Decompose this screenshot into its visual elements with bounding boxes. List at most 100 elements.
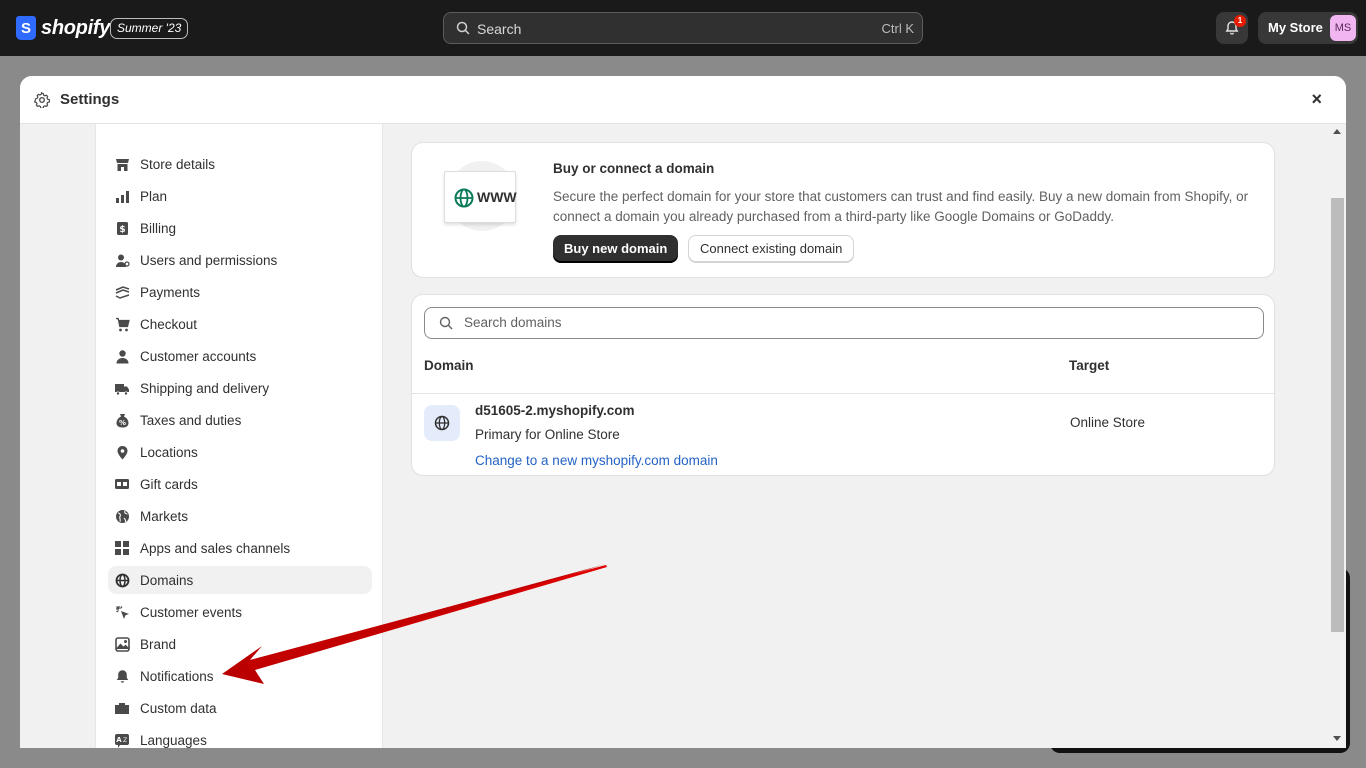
card-title: Buy or connect a domain xyxy=(553,161,715,176)
brand-icon xyxy=(114,636,130,652)
sidebar-item-domains[interactable]: Domains xyxy=(108,566,372,594)
sidebar-item-brand[interactable]: Brand xyxy=(108,630,372,658)
shopify-bag-icon: S xyxy=(16,16,36,40)
store-name: My Store xyxy=(1268,20,1323,35)
scrollbar-thumb[interactable] xyxy=(1331,198,1344,632)
www-label: WWW xyxy=(477,189,517,205)
scroll-down-arrow-icon[interactable] xyxy=(1333,736,1341,741)
settings-sidebar: Store details Plan $ Billing Users and p… xyxy=(95,124,383,748)
sidebar-item-label: Customer accounts xyxy=(140,348,257,364)
cursor-icon xyxy=(114,604,130,620)
svg-text:$: $ xyxy=(119,225,125,235)
edition-badge[interactable]: Summer '23 xyxy=(110,18,189,39)
divider xyxy=(412,393,1274,394)
users-icon xyxy=(114,252,130,268)
avatar: MS xyxy=(1330,15,1356,41)
change-domain-link[interactable]: Change to a new myshopify.com domain xyxy=(475,453,718,468)
search-domains-placeholder: Search domains xyxy=(464,315,562,330)
search-icon xyxy=(439,316,453,330)
scroll-up-arrow-icon[interactable] xyxy=(1333,129,1341,134)
green-globe-icon xyxy=(454,188,474,208)
search-domains-input[interactable]: Search domains xyxy=(424,307,1264,339)
sidebar-item-plan[interactable]: Plan xyxy=(108,182,372,210)
shopify-logo[interactable]: S shopify xyxy=(16,16,110,40)
domain-globe-icon xyxy=(114,572,130,588)
column-header-domain: Domain xyxy=(424,358,474,373)
domain-name[interactable]: d51605-2.myshopify.com xyxy=(475,403,635,418)
domain-target: Online Store xyxy=(1070,415,1146,430)
tax-icon: % xyxy=(114,412,130,428)
globe-icon xyxy=(114,508,130,524)
sidebar-item-shipping[interactable]: Shipping and delivery xyxy=(108,374,372,402)
sidebar-item-label: Brand xyxy=(140,636,177,652)
location-icon xyxy=(114,444,130,460)
close-button[interactable]: × xyxy=(1311,89,1322,110)
buy-domain-card: WWW Buy or connect a domain Secure the p… xyxy=(411,142,1275,278)
apps-icon xyxy=(114,540,130,556)
person-icon xyxy=(114,348,130,364)
domains-list-card: Search domains Domain Target d51605-2.my… xyxy=(411,294,1275,476)
sidebar-item-checkout[interactable]: Checkout xyxy=(108,310,372,338)
sidebar-item-label: Payments xyxy=(140,284,201,300)
logo-text: shopify xyxy=(41,16,111,39)
plan-icon xyxy=(114,188,130,204)
buy-new-domain-button[interactable]: Buy new domain xyxy=(553,235,679,263)
sidebar-item-label: Billing xyxy=(140,220,177,236)
bell-icon xyxy=(114,668,130,684)
sidebar-item-label: Custom data xyxy=(140,700,217,716)
store-menu-button[interactable]: My Store MS xyxy=(1258,12,1358,44)
search-icon xyxy=(456,21,470,35)
sidebar-item-label: Locations xyxy=(140,444,198,460)
www-illustration: WWW xyxy=(444,161,520,231)
sidebar-item-label: Languages xyxy=(140,732,207,748)
sidebar-item-apps[interactable]: Apps and sales channels xyxy=(108,534,372,562)
notification-count-badge: 1 xyxy=(1234,15,1246,27)
custom-data-icon xyxy=(114,700,130,716)
sidebar-item-label: Shipping and delivery xyxy=(140,380,270,396)
modal-header: Settings × xyxy=(20,76,1346,124)
sidebar-item-locations[interactable]: Locations xyxy=(108,438,372,466)
notifications-button[interactable]: 1 xyxy=(1216,12,1248,44)
global-search[interactable]: Search Ctrl K xyxy=(443,12,923,44)
sidebar-item-customer-accounts[interactable]: Customer accounts xyxy=(108,342,372,370)
sidebar-item-users[interactable]: Users and permissions xyxy=(108,246,372,274)
store-icon xyxy=(114,156,130,172)
sidebar-item-taxes[interactable]: % Taxes and duties xyxy=(108,406,372,434)
sidebar-item-label: Customer events xyxy=(140,604,243,620)
cart-icon xyxy=(114,316,130,332)
sidebar-item-label: Apps and sales channels xyxy=(140,540,291,556)
sidebar-item-billing[interactable]: $ Billing xyxy=(108,214,372,242)
sidebar-item-store-details[interactable]: Store details xyxy=(108,150,372,178)
sidebar-item-label: Users and permissions xyxy=(140,252,278,268)
sidebar-item-customer-events[interactable]: Customer events xyxy=(108,598,372,626)
truck-icon xyxy=(114,380,130,396)
sidebar-item-notifications[interactable]: Notifications xyxy=(108,662,372,690)
sidebar-item-label: Notifications xyxy=(140,668,214,684)
languages-icon: AZ xyxy=(114,732,130,748)
sidebar-item-label: Checkout xyxy=(140,316,198,332)
top-bar: S shopify Summer '23 Search Ctrl K 1 My … xyxy=(0,0,1366,56)
sidebar-item-gift-cards[interactable]: Gift cards xyxy=(108,470,372,498)
sidebar-item-label: Gift cards xyxy=(140,476,198,492)
sidebar-item-markets[interactable]: Markets xyxy=(108,502,372,530)
svg-text:%: % xyxy=(118,419,125,427)
sidebar-item-label: Store details xyxy=(140,156,216,172)
domain-row-icon xyxy=(424,405,460,441)
gear-icon xyxy=(34,92,50,108)
gift-card-icon xyxy=(114,476,130,492)
domains-content: WWW Buy or connect a domain Secure the p… xyxy=(384,124,1328,748)
svg-text:A: A xyxy=(116,736,122,744)
connect-existing-domain-button[interactable]: Connect existing domain xyxy=(688,235,855,263)
column-header-target: Target xyxy=(1069,358,1110,373)
sidebar-item-custom-data[interactable]: Custom data xyxy=(108,694,372,722)
illustration-card: WWW xyxy=(444,171,517,223)
globe-icon xyxy=(434,415,450,431)
settings-modal: Settings × Store details Plan $ Billing … xyxy=(20,76,1346,748)
sidebar-item-languages[interactable]: AZ Languages xyxy=(108,726,372,748)
modal-title: Settings xyxy=(60,91,120,108)
sidebar-item-label: Markets xyxy=(140,508,189,524)
sidebar-item-payments[interactable]: Payments xyxy=(108,278,372,306)
sidebar-item-label: Taxes and duties xyxy=(140,412,242,428)
domain-subtitle: Primary for Online Store xyxy=(475,427,620,442)
sidebar-item-label: Plan xyxy=(140,188,168,204)
